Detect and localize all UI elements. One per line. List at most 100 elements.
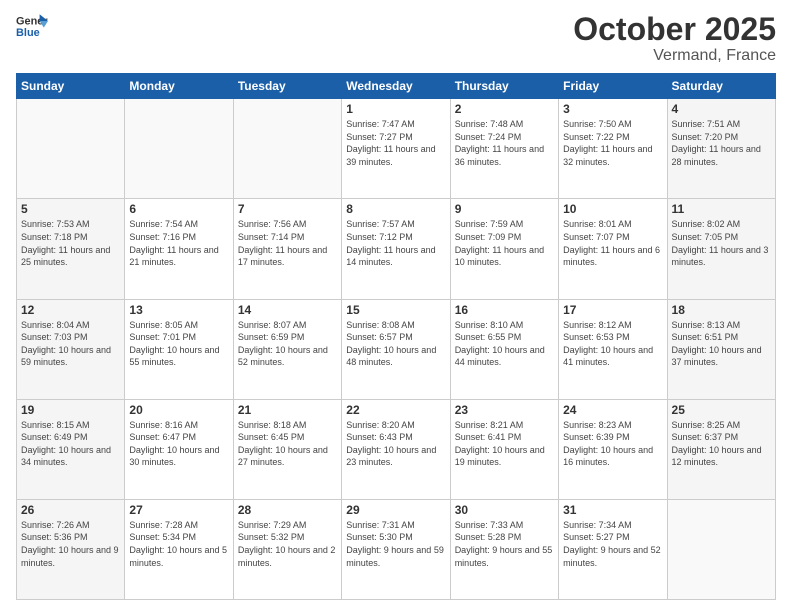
table-row: 3 Sunrise: 7:50 AMSunset: 7:22 PMDaylight… xyxy=(559,99,667,199)
day-number: 14 xyxy=(238,303,337,317)
day-number: 7 xyxy=(238,202,337,216)
table-row: 20 Sunrise: 8:16 AMSunset: 6:47 PMDayligh… xyxy=(125,399,233,499)
day-number: 4 xyxy=(672,102,771,116)
day-number: 27 xyxy=(129,503,228,517)
calendar-table: Sunday Monday Tuesday Wednesday Thursday… xyxy=(16,73,776,600)
col-wednesday: Wednesday xyxy=(342,74,450,99)
logo-icon: General Blue xyxy=(16,12,48,40)
location-title: Vermand, France xyxy=(573,47,776,65)
day-number: 11 xyxy=(672,202,771,216)
col-saturday: Saturday xyxy=(667,74,775,99)
table-row xyxy=(233,99,341,199)
day-info: Sunrise: 7:56 AMSunset: 7:14 PMDaylight:… xyxy=(238,218,337,268)
day-info: Sunrise: 8:21 AMSunset: 6:41 PMDaylight:… xyxy=(455,419,554,469)
table-row: 17 Sunrise: 8:12 AMSunset: 6:53 PMDayligh… xyxy=(559,299,667,399)
logo: General Blue General Blue xyxy=(16,12,48,40)
day-number: 1 xyxy=(346,102,445,116)
day-info: Sunrise: 8:04 AMSunset: 7:03 PMDaylight:… xyxy=(21,319,120,369)
table-row: 5 Sunrise: 7:53 AMSunset: 7:18 PMDaylight… xyxy=(17,199,125,299)
day-info: Sunrise: 7:51 AMSunset: 7:20 PMDaylight:… xyxy=(672,118,771,168)
day-info: Sunrise: 8:20 AMSunset: 6:43 PMDaylight:… xyxy=(346,419,445,469)
day-info: Sunrise: 7:50 AMSunset: 7:22 PMDaylight:… xyxy=(563,118,662,168)
col-tuesday: Tuesday xyxy=(233,74,341,99)
table-row: 22 Sunrise: 8:20 AMSunset: 6:43 PMDayligh… xyxy=(342,399,450,499)
table-row: 14 Sunrise: 8:07 AMSunset: 6:59 PMDayligh… xyxy=(233,299,341,399)
table-row: 9 Sunrise: 7:59 AMSunset: 7:09 PMDaylight… xyxy=(450,199,558,299)
day-number: 25 xyxy=(672,403,771,417)
day-number: 20 xyxy=(129,403,228,417)
day-number: 10 xyxy=(563,202,662,216)
table-row: 30 Sunrise: 7:33 AMSunset: 5:28 PMDayligh… xyxy=(450,499,558,599)
calendar-week-row: 5 Sunrise: 7:53 AMSunset: 7:18 PMDaylight… xyxy=(17,199,776,299)
day-number: 28 xyxy=(238,503,337,517)
day-info: Sunrise: 7:47 AMSunset: 7:27 PMDaylight:… xyxy=(346,118,445,168)
table-row xyxy=(17,99,125,199)
calendar-week-row: 26 Sunrise: 7:26 AMSunset: 5:36 PMDayligh… xyxy=(17,499,776,599)
table-row: 26 Sunrise: 7:26 AMSunset: 5:36 PMDayligh… xyxy=(17,499,125,599)
table-row: 1 Sunrise: 7:47 AMSunset: 7:27 PMDaylight… xyxy=(342,99,450,199)
calendar-week-row: 1 Sunrise: 7:47 AMSunset: 7:27 PMDaylight… xyxy=(17,99,776,199)
col-thursday: Thursday xyxy=(450,74,558,99)
day-info: Sunrise: 8:15 AMSunset: 6:49 PMDaylight:… xyxy=(21,419,120,469)
table-row: 11 Sunrise: 8:02 AMSunset: 7:05 PMDayligh… xyxy=(667,199,775,299)
table-row: 16Sunrise: 8:10 AMSunset: 6:55 PMDayligh… xyxy=(450,299,558,399)
day-number: 30 xyxy=(455,503,554,517)
table-row: 10Sunrise: 8:01 AMSunset: 7:07 PMDayligh… xyxy=(559,199,667,299)
day-number: 31 xyxy=(563,503,662,517)
day-info: Sunrise: 8:13 AMSunset: 6:51 PMDaylight:… xyxy=(672,319,771,369)
day-number: 22 xyxy=(346,403,445,417)
table-row: 8 Sunrise: 7:57 AMSunset: 7:12 PMDaylight… xyxy=(342,199,450,299)
table-row: 6 Sunrise: 7:54 AMSunset: 7:16 PMDaylight… xyxy=(125,199,233,299)
day-info: Sunrise: 8:08 AMSunset: 6:57 PMDaylight:… xyxy=(346,319,445,369)
day-info: Sunrise: 7:57 AMSunset: 7:12 PMDaylight:… xyxy=(346,218,445,268)
day-number: 17 xyxy=(563,303,662,317)
title-block: October 2025 Vermand, France xyxy=(573,12,776,65)
table-row: 23 Sunrise: 8:21 AMSunset: 6:41 PMDayligh… xyxy=(450,399,558,499)
day-info: Sunrise: 8:07 AMSunset: 6:59 PMDaylight:… xyxy=(238,319,337,369)
day-info: Sunrise: 7:53 AMSunset: 7:18 PMDaylight:… xyxy=(21,218,120,268)
day-info: Sunrise: 8:12 AMSunset: 6:53 PMDaylight:… xyxy=(563,319,662,369)
col-friday: Friday xyxy=(559,74,667,99)
table-row: 18Sunrise: 8:13 AMSunset: 6:51 PMDayligh… xyxy=(667,299,775,399)
table-row: 19 Sunrise: 8:15 AMSunset: 6:49 PMDayligh… xyxy=(17,399,125,499)
day-info: Sunrise: 8:10 AMSunset: 6:55 PMDaylight:… xyxy=(455,319,554,369)
day-number: 5 xyxy=(21,202,120,216)
day-number: 21 xyxy=(238,403,337,417)
table-row: 12Sunrise: 8:04 AMSunset: 7:03 PMDayligh… xyxy=(17,299,125,399)
calendar-header-row: Sunday Monday Tuesday Wednesday Thursday… xyxy=(17,74,776,99)
day-info: Sunrise: 8:16 AMSunset: 6:47 PMDaylight:… xyxy=(129,419,228,469)
day-info: Sunrise: 7:54 AMSunset: 7:16 PMDaylight:… xyxy=(129,218,228,268)
day-number: 15 xyxy=(346,303,445,317)
day-number: 26 xyxy=(21,503,120,517)
day-number: 23 xyxy=(455,403,554,417)
day-info: Sunrise: 7:33 AMSunset: 5:28 PMDaylight:… xyxy=(455,519,554,569)
table-row: 7 Sunrise: 7:56 AMSunset: 7:14 PMDaylight… xyxy=(233,199,341,299)
table-row: 24 Sunrise: 8:23 AMSunset: 6:39 PMDayligh… xyxy=(559,399,667,499)
table-row: 21 Sunrise: 8:18 AMSunset: 6:45 PMDayligh… xyxy=(233,399,341,499)
col-sunday: Sunday xyxy=(17,74,125,99)
table-row xyxy=(125,99,233,199)
day-number: 9 xyxy=(455,202,554,216)
day-number: 6 xyxy=(129,202,228,216)
day-info: Sunrise: 8:23 AMSunset: 6:39 PMDaylight:… xyxy=(563,419,662,469)
day-info: Sunrise: 8:02 AMSunset: 7:05 PMDaylight:… xyxy=(672,218,771,268)
table-row: 28 Sunrise: 7:29 AMSunset: 5:32 PMDayligh… xyxy=(233,499,341,599)
day-info: Sunrise: 7:31 AMSunset: 5:30 PMDaylight:… xyxy=(346,519,445,569)
calendar-week-row: 19 Sunrise: 8:15 AMSunset: 6:49 PMDayligh… xyxy=(17,399,776,499)
day-number: 3 xyxy=(563,102,662,116)
day-info: Sunrise: 8:25 AMSunset: 6:37 PMDaylight:… xyxy=(672,419,771,469)
day-info: Sunrise: 7:26 AMSunset: 5:36 PMDaylight:… xyxy=(21,519,120,569)
table-row: 27Sunrise: 7:28 AMSunset: 5:34 PMDayligh… xyxy=(125,499,233,599)
day-number: 19 xyxy=(21,403,120,417)
table-row: 31 Sunrise: 7:34 AMSunset: 5:27 PMDayligh… xyxy=(559,499,667,599)
day-info: Sunrise: 7:59 AMSunset: 7:09 PMDaylight:… xyxy=(455,218,554,268)
svg-text:Blue: Blue xyxy=(16,27,40,39)
day-info: Sunrise: 7:34 AMSunset: 5:27 PMDaylight:… xyxy=(563,519,662,569)
table-row: 13Sunrise: 8:05 AMSunset: 7:01 PMDayligh… xyxy=(125,299,233,399)
day-number: 24 xyxy=(563,403,662,417)
page: General Blue General Blue October 2025 V… xyxy=(0,0,792,612)
table-row xyxy=(667,499,775,599)
day-info: Sunrise: 8:18 AMSunset: 6:45 PMDaylight:… xyxy=(238,419,337,469)
day-number: 8 xyxy=(346,202,445,216)
day-info: Sunrise: 7:29 AMSunset: 5:32 PMDaylight:… xyxy=(238,519,337,569)
